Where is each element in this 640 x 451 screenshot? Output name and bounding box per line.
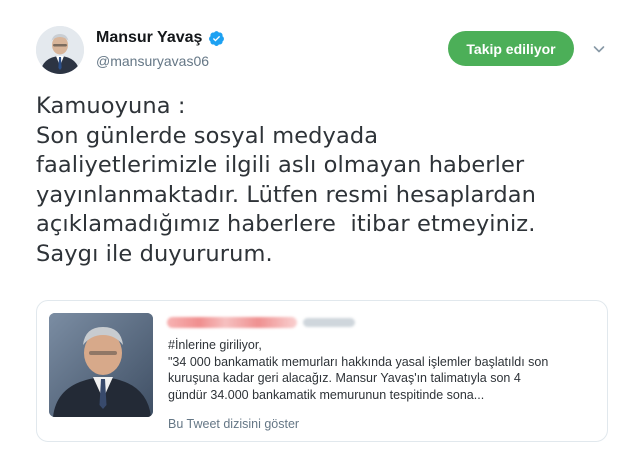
tweet-text-line: Kamuoyuna : bbox=[36, 93, 186, 119]
tweet-text-line: Son günlerde sosyal medyada bbox=[36, 122, 379, 149]
quoted-photo bbox=[49, 313, 153, 417]
tweet-text-line: Saygı ile duyururum. bbox=[36, 240, 273, 267]
quoted-text-line: #İnlerine giriliyor, bbox=[168, 338, 262, 352]
chevron-down-icon[interactable] bbox=[590, 40, 608, 58]
author-display-name[interactable]: Mansur Yavaş bbox=[96, 29, 202, 47]
quoted-text-line: gündür 34.000 bankamatik memurunun tespi… bbox=[168, 387, 485, 402]
show-thread-link[interactable]: Bu Tweet dizisini göster bbox=[168, 417, 299, 431]
verified-badge-icon bbox=[208, 30, 225, 47]
quoted-author-handle-blurred bbox=[303, 317, 355, 327]
quoted-tweet-image[interactable] bbox=[49, 313, 153, 417]
avatar[interactable] bbox=[36, 26, 84, 74]
following-button[interactable]: Takip ediliyor bbox=[448, 31, 574, 66]
quoted-tweet-text: #İnlerine giriliyor, "34 000 bankamatik … bbox=[168, 337, 598, 403]
tweet: Mansur Yavaş @mansuryavas06 Takip ediliy… bbox=[0, 0, 640, 451]
author-name-row[interactable]: Mansur Yavaş bbox=[96, 29, 225, 47]
quoted-author-name-blurred bbox=[167, 316, 297, 328]
tweet-text-line: yayınlanmaktadır. Lütfen resmi hesaplard… bbox=[36, 181, 536, 208]
quoted-tweet-card[interactable]: #İnlerine giriliyor, "34 000 bankamatik … bbox=[36, 300, 608, 442]
author-handle[interactable]: @mansuryavas06 bbox=[96, 53, 209, 69]
avatar-photo bbox=[36, 26, 84, 74]
quoted-text-line: kuruşuna kadar geri alacağız. Mansur Yav… bbox=[168, 371, 521, 385]
quoted-tweet-author[interactable] bbox=[167, 315, 355, 329]
quoted-text-line: "34 000 bankamatik memurları hakkında ya… bbox=[168, 354, 549, 369]
tweet-text: Kamuoyuna : Son günlerde sosyal medyada … bbox=[36, 92, 616, 269]
tweet-text-line: faaliyetlerimizle ilgili aslı olmayan ha… bbox=[36, 152, 525, 178]
tweet-text-line: açıklamadığımız haberlere itibar etmeyin… bbox=[36, 211, 536, 237]
